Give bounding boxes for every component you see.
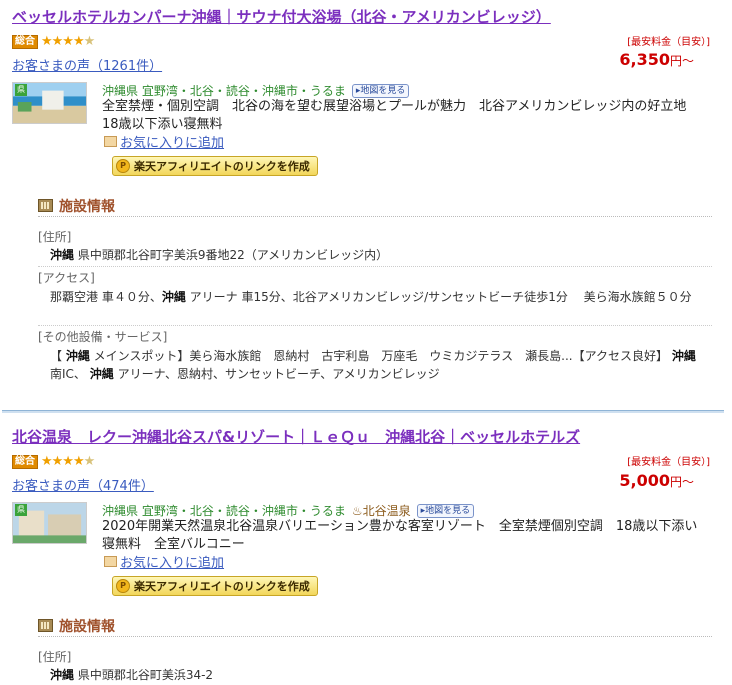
other-label: [その他設備・サービス] (38, 330, 168, 344)
full-stars: ★★★★ (41, 34, 85, 49)
point-coin-icon: P (116, 159, 130, 173)
favorite-label: お気に入りに追加 (120, 136, 225, 151)
address-rest: 県中頭郡北谷町美浜34-2 (74, 668, 214, 682)
reviews-link[interactable]: お客さまの声（474件） (12, 475, 154, 494)
favorite-folder-icon (104, 136, 117, 147)
favorite-label: お気に入りに追加 (120, 556, 225, 571)
access-pref: 沖縄 (161, 290, 186, 304)
rating-badge: 総合 (12, 454, 38, 469)
area-badge-icon: 県 (15, 504, 27, 516)
access-2: アリーナ 車15分、北谷アメリカンビレッジ/サンセットビーチ徒歩1分 美ら海水族… (185, 290, 692, 304)
facility-section-header: 施設情報 (38, 195, 712, 217)
other-3: 南IC、 (50, 367, 90, 381)
access-text: 那覇空港 車４０分、沖縄 アリーナ 車15分、北谷アメリカンビレッジ/サンセット… (50, 288, 705, 306)
half-star-icon: ★ (83, 34, 96, 49)
hotel-description: 2020年開業天然温泉北谷温泉バリエーション豊かな客室リゾート 全室禁煙個別空調… (102, 519, 698, 552)
access-label: [アクセス] (38, 271, 95, 285)
address-label: [住所] (38, 650, 72, 664)
hotel-description: 全室禁煙・個別空調 北谷の海を望む展望浴場とプールが魅力 北谷アメリカンビレッジ… (102, 99, 700, 132)
area-badge-icon: 県 (15, 84, 27, 96)
building-icon (38, 619, 53, 632)
favorite-link[interactable]: お気に入りに追加 (104, 552, 224, 571)
map-button[interactable]: ▸地図を見る (351, 83, 410, 98)
address-text: 沖縄 県中頭郡北谷町字美浜9番地22（アメリカンビレッジ内） (50, 246, 705, 264)
address-text: 沖縄 県中頭郡北谷町美浜34-2 (50, 666, 705, 684)
other-pref: 沖縄 (89, 367, 114, 381)
area: 沖縄県 宜野湾・北谷・読谷・沖縄市・うるま ▸地図を見る (102, 82, 410, 99)
address-label: [住所] (38, 230, 72, 244)
facility-section-header: 施設情報 (38, 615, 712, 637)
full-stars: ★★★★ (41, 454, 85, 469)
area: 沖縄県 宜野湾・北谷・読谷・沖縄市・うるま ♨北谷温泉 ▸地図を見る (102, 502, 475, 519)
area-text[interactable]: 沖縄県 宜野湾・北谷・読谷・沖縄市・うるま (102, 502, 346, 519)
other-pref: 沖縄 (65, 349, 90, 363)
price-label: [最安料金（目安）] (627, 37, 710, 48)
other-2: メインスポット】美ら海水族館 恩納村 古宇利島 万座毛 ウミカジテラス 瀬長島.… (89, 349, 672, 363)
favorite-link[interactable]: お気に入りに追加 (104, 132, 224, 151)
divider (38, 325, 712, 326)
area-text[interactable]: 沖縄県 宜野湾・北谷・読谷・沖縄市・うるま (102, 82, 346, 99)
onsen-label[interactable]: ♨北谷温泉 (352, 502, 411, 519)
price-value: 5,000 (619, 471, 670, 490)
section-title: 施設情報 (59, 618, 115, 635)
card-separator (2, 410, 724, 413)
affiliate-link-button[interactable]: P 楽天アフィリエイトのリンクを作成 (112, 156, 318, 176)
building-icon (38, 199, 53, 212)
rating: 総合 ★★★★★ (12, 454, 96, 469)
price: 6,350円〜 (619, 50, 694, 69)
hotel-name-link[interactable]: ベッセルホテルカンパーナ沖縄｜サウナ付大浴場（北谷・アメリカンビレッジ） (12, 6, 551, 27)
access-1: 那覇空港 車４０分、 (50, 290, 162, 304)
other-4: アリーナ、恩納村、サンセットビーチ、アメリカンビレッジ (113, 367, 440, 381)
affiliate-label: 楽天アフィリエイトのリンクを作成 (134, 580, 310, 593)
half-star-icon: ★ (83, 454, 96, 469)
other-text: 【 沖縄 メインスポット】美ら海水族館 恩納村 古宇利島 万座毛 ウミカジテラス… (50, 347, 705, 383)
hotel-card: ベッセルホテルカンパーナ沖縄｜サウナ付大浴場（北谷・アメリカンビレッジ） 総合 … (0, 0, 732, 400)
rating: 総合 ★★★★★ (12, 34, 96, 49)
reviews-link[interactable]: お客さまの声（1261件） (12, 55, 162, 74)
price-label: [最安料金（目安）] (627, 457, 710, 468)
price-suffix: 円〜 (669, 475, 694, 489)
star-rating-icon: ★★★★★ (41, 34, 96, 49)
section-title: 施設情報 (59, 198, 115, 215)
address-rest: 県中頭郡北谷町字美浜9番地22（アメリカンビレッジ内） (74, 248, 389, 262)
star-rating-icon: ★★★★★ (41, 454, 96, 469)
other-pref: 沖縄 (671, 349, 696, 363)
price-value: 6,350 (619, 50, 670, 69)
rating-badge: 総合 (12, 34, 38, 49)
other-1: 【 (50, 349, 66, 363)
affiliate-link-button[interactable]: P 楽天アフィリエイトのリンクを作成 (112, 576, 318, 596)
price: 5,000円〜 (619, 471, 694, 490)
hotel-name-link[interactable]: 北谷温泉 レクー沖縄北谷スパ&リゾート｜ＬｅＱｕ 沖縄北谷｜ベッセルホテルズ (12, 426, 580, 447)
map-button[interactable]: ▸地図を見る (416, 503, 475, 518)
affiliate-label: 楽天アフィリエイトのリンクを作成 (134, 160, 310, 173)
divider (38, 266, 712, 267)
address-pref: 沖縄 (50, 668, 75, 682)
hotel-card: 北谷温泉 レクー沖縄北谷スパ&リゾート｜ＬｅＱｕ 沖縄北谷｜ベッセルホテルズ 総… (0, 410, 732, 685)
point-coin-icon: P (116, 579, 130, 593)
address-pref: 沖縄 (50, 248, 75, 262)
favorite-folder-icon (104, 556, 117, 567)
price-suffix: 円〜 (669, 54, 694, 68)
